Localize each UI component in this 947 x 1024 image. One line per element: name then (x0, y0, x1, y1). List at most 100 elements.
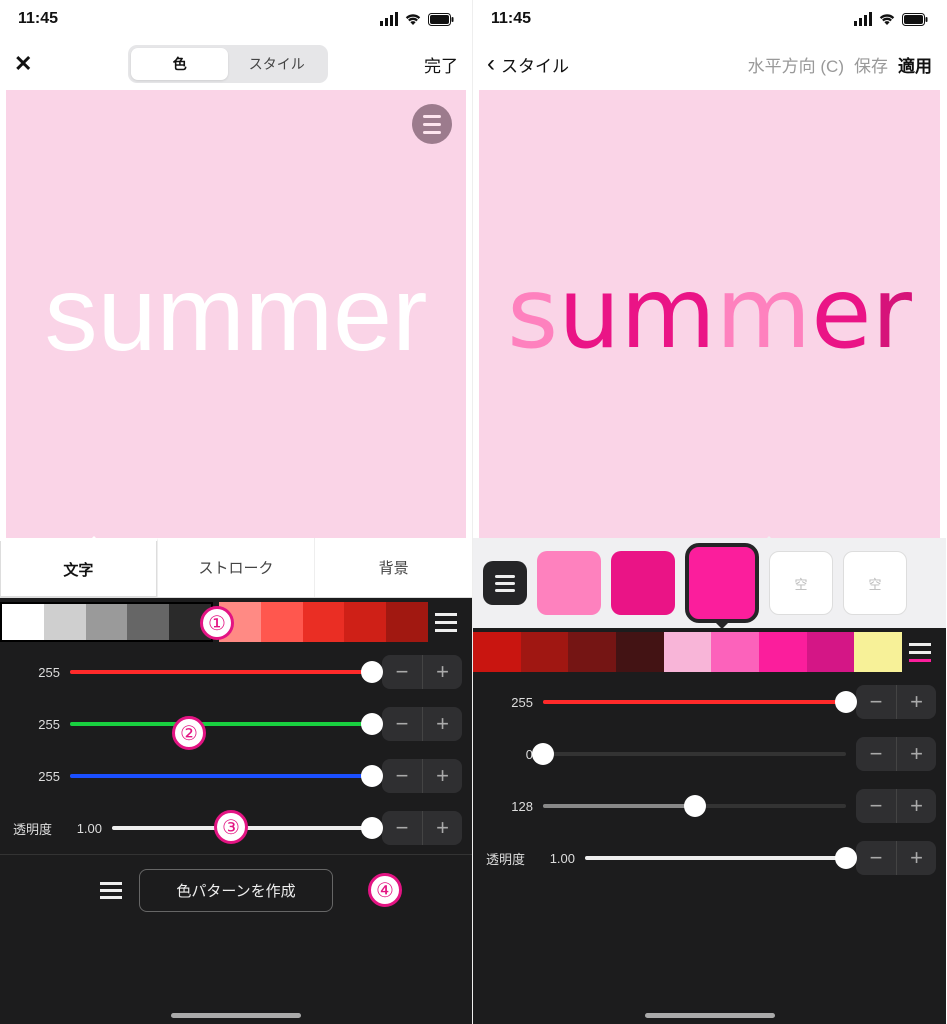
slider-b-plus[interactable]: + (896, 789, 936, 823)
status-time: 11:45 (18, 10, 58, 28)
slider-a-plus[interactable]: + (896, 841, 936, 875)
subtab-background[interactable]: 背景 (315, 538, 472, 597)
slider-a-value: 1.00 (535, 851, 575, 866)
status-time: 11:45 (491, 10, 531, 28)
slider-g-minus[interactable]: − (856, 737, 896, 771)
cellular-icon (380, 12, 398, 26)
slider-row-red: 255 −+ (0, 646, 472, 698)
color-strip-row (0, 598, 472, 646)
strip-menu-icon[interactable] (428, 613, 464, 632)
annotation-2: ② (172, 716, 206, 750)
slider-r-label: 255 (10, 665, 60, 680)
swatch-1[interactable] (537, 551, 601, 615)
back-chevron-icon[interactable]: ‹ (487, 50, 495, 78)
slider-r-plus[interactable]: + (896, 685, 936, 719)
segment-style[interactable]: スタイル (228, 48, 325, 80)
canvas[interactable]: summer (6, 90, 466, 538)
slider-row-alpha: 透明度 1.00 −+ (473, 832, 946, 884)
subtab-stroke[interactable]: ストローク (158, 538, 316, 597)
swatch-menu-button[interactable] (483, 561, 527, 605)
bottom-menu-icon[interactable] (100, 878, 122, 903)
slider-r-minus[interactable]: − (856, 685, 896, 719)
slider-a-label: 透明度 (10, 819, 52, 838)
wifi-icon (404, 12, 422, 26)
swatch-empty-1[interactable]: 空 (769, 551, 833, 615)
slider-r-plus[interactable]: + (422, 655, 462, 689)
back-label[interactable]: スタイル (501, 52, 569, 77)
status-bar: 11:45 (473, 0, 946, 38)
slider-b-minus[interactable]: − (856, 789, 896, 823)
slider-g-plus[interactable]: + (422, 707, 462, 741)
slider-b-plus[interactable]: + (422, 759, 462, 793)
nav-horizontal-label[interactable]: 水平方向 (C) (748, 52, 844, 77)
home-indicator (171, 1013, 301, 1018)
slider-b-label: 128 (483, 799, 533, 814)
slider-row-green: 255 −+ (0, 698, 472, 750)
apply-button[interactable]: 適用 (898, 52, 932, 77)
slider-g-track[interactable] (543, 752, 846, 756)
slider-row-blue: 255 −+ (0, 750, 472, 802)
canvas-menu-button[interactable] (412, 104, 452, 144)
slider-r-minus[interactable]: − (382, 655, 422, 689)
slider-r-track[interactable] (543, 700, 846, 704)
battery-icon (428, 13, 454, 26)
strip-menu-icon[interactable] (902, 643, 938, 662)
color-history-strip[interactable] (473, 632, 902, 672)
done-button[interactable]: 完了 (424, 52, 458, 77)
bottom-action-row: 色パターンを作成 ④ (0, 854, 472, 926)
wifi-icon (878, 12, 896, 26)
close-button[interactable]: ✕ (14, 51, 32, 77)
pointer-indicator (757, 536, 781, 548)
swatch-2[interactable] (611, 551, 675, 615)
subtab-text[interactable]: 文字 (0, 538, 158, 597)
slider-row-green: 0 −+ (473, 728, 946, 780)
slider-a-minus[interactable]: − (856, 841, 896, 875)
color-history-row (473, 628, 946, 676)
swatch-empty-2[interactable]: 空 (843, 551, 907, 615)
canvas-wrap: summer (473, 90, 946, 538)
slider-a-label: 透明度 (483, 849, 525, 868)
segment-color[interactable]: 色 (131, 48, 228, 80)
slider-g-minus[interactable]: − (382, 707, 422, 741)
slider-b-track[interactable] (70, 774, 372, 778)
canvas-text: summer (507, 257, 912, 371)
slider-a-minus[interactable]: − (382, 811, 422, 845)
status-icons (854, 12, 928, 26)
segmented-control[interactable]: 色 スタイル (128, 45, 328, 83)
create-pattern-button[interactable]: 色パターンを作成 (139, 869, 332, 912)
slider-g-label: 255 (10, 717, 60, 732)
slider-g-track[interactable] (70, 722, 372, 726)
canvas-wrap: summer (0, 90, 472, 538)
slider-r-label: 255 (483, 695, 533, 710)
slider-g-plus[interactable]: + (896, 737, 936, 771)
grayscale-strip[interactable] (0, 602, 213, 642)
cellular-icon (854, 12, 872, 26)
color-panel: 255 −+ 0 −+ 128 −+ 透明度 1.00 −+ (473, 628, 946, 1024)
subtabs: 文字 ストローク 背景 (0, 538, 472, 598)
nav-bar-left: ✕ 色 スタイル 完了 (0, 38, 472, 90)
slider-a-track[interactable] (585, 856, 846, 860)
slider-g-label: 0 (483, 747, 533, 762)
nav-bar-right: ‹ スタイル 水平方向 (C) 保存 適用 (473, 38, 946, 90)
slider-row-blue: 128 −+ (473, 780, 946, 832)
slider-b-minus[interactable]: − (382, 759, 422, 793)
swatch-row: 空 空 (473, 538, 946, 628)
reds-strip[interactable] (219, 602, 428, 642)
slider-a-plus[interactable]: + (422, 811, 462, 845)
status-icons (380, 12, 454, 26)
annotation-4: ④ (368, 873, 402, 907)
slider-b-track[interactable] (543, 804, 846, 808)
annotation-3: ③ (214, 810, 248, 844)
slider-r-track[interactable] (70, 670, 372, 674)
battery-icon (902, 13, 928, 26)
annotation-1: ① (200, 606, 234, 640)
swatch-3-selected[interactable] (685, 543, 759, 623)
canvas-text: summer (45, 254, 428, 375)
save-button[interactable]: 保存 (854, 52, 888, 77)
slider-row-red: 255 −+ (473, 676, 946, 728)
color-panel: ① 255 −+ 255 −+ ② 255 −+ 透明度 1.00 (0, 598, 472, 1024)
pointer-indicator (82, 536, 106, 548)
canvas[interactable]: summer (479, 90, 940, 538)
slider-a-value: 1.00 (62, 821, 102, 836)
home-indicator (645, 1013, 775, 1018)
